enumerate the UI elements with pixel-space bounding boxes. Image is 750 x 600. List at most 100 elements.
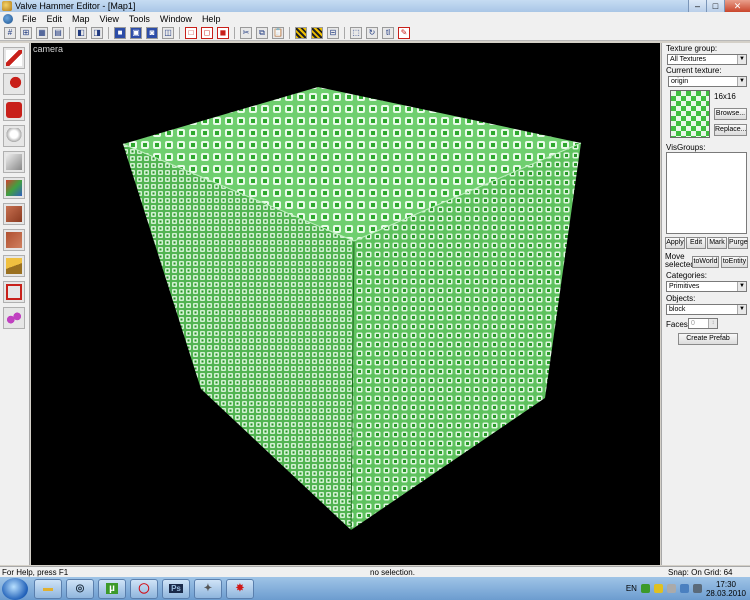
cordon-icon[interactable]: □ (185, 26, 197, 39)
menu-tools[interactable]: Tools (124, 14, 155, 24)
menu-edit[interactable]: Edit (42, 14, 68, 24)
categories-select[interactable]: Primitives ▼ (666, 281, 747, 292)
hollow-icon[interactable] (311, 26, 323, 39)
objects-value: block (669, 306, 686, 313)
ignore-groups-icon[interactable]: tl (382, 26, 394, 39)
clock-time: 17:30 (715, 579, 736, 589)
path-nodes-icon (6, 310, 22, 326)
grid-dots-icon[interactable]: ▦ (36, 26, 48, 39)
faces-stepper[interactable]: 0 ↕ (688, 318, 718, 329)
magnify-icon (6, 76, 22, 92)
gray-tray-icon[interactable] (666, 584, 676, 593)
purge-button[interactable]: Purge (728, 237, 748, 249)
yellow-tray-icon[interactable] (653, 584, 663, 593)
hide-entity-icon[interactable]: ◻ (201, 26, 213, 39)
menu-help[interactable]: Help (197, 14, 226, 24)
texture-lock-icon[interactable]: ⊟ (327, 26, 339, 39)
edit-button[interactable]: Edit (686, 237, 706, 249)
clock-date: 28.03.2010 (705, 588, 746, 598)
selection-tool[interactable] (3, 47, 25, 69)
volume-tray-icon[interactable] (692, 584, 702, 593)
folder-icon: ▬ (43, 583, 53, 594)
viewport-label: camera (33, 44, 64, 54)
utorrent-taskbar-button[interactable]: µ (98, 578, 126, 599)
apply-button[interactable]: Apply (665, 237, 685, 249)
utorrent-tray-icon[interactable] (640, 584, 650, 593)
decal-tool[interactable] (3, 229, 25, 251)
select-box-icon[interactable]: ⬚ (350, 26, 362, 39)
carve-icon[interactable] (295, 26, 307, 39)
ungroup-icon[interactable]: ▣ (130, 26, 142, 39)
entity-tool[interactable] (3, 125, 25, 147)
vertex-tool[interactable] (3, 281, 25, 303)
minimize-button[interactable]: – (688, 0, 706, 12)
to-entity-icon[interactable]: ◙ (146, 26, 158, 39)
windows-taskbar: ▬ ◎ µ ◯ Ps ✦ ✸ EN 17:30 28.03.2010 (0, 577, 750, 600)
photoshop-icon: Ps (169, 584, 183, 593)
to-world-button[interactable]: toWorld (692, 256, 719, 268)
system-clock[interactable]: 17:30 28.03.2010 (706, 580, 746, 598)
photoshop-taskbar-button[interactable]: Ps (162, 578, 190, 599)
chevron-down-icon: ▼ (737, 282, 746, 291)
current-texture-value: origin (671, 78, 689, 85)
replace-button[interactable]: Replace... (714, 124, 747, 136)
current-texture-select[interactable]: origin ▼ (668, 76, 747, 87)
paste-icon[interactable]: 📋 (272, 26, 284, 39)
snap-status: Snap: On Grid: 64 (668, 568, 733, 577)
hammer-app-icon[interactable] (2, 1, 12, 11)
menu-bar: File Edit Map View Tools Window Help (0, 12, 750, 25)
path-tool[interactable] (3, 307, 25, 329)
block-tool[interactable] (3, 151, 25, 173)
show-entity-icon[interactable]: ◼ (217, 26, 229, 39)
menu-view[interactable]: View (95, 14, 124, 24)
brick-cube-icon (6, 206, 22, 222)
mark-button[interactable]: Mark (707, 237, 727, 249)
start-button[interactable] (2, 577, 28, 600)
maximize-button[interactable]: □ (706, 0, 724, 12)
language-indicator[interactable]: EN (626, 584, 637, 593)
run-map-icon[interactable]: ✎ (398, 26, 410, 39)
clip-tool[interactable] (3, 255, 25, 277)
group-icon[interactable]: ■ (114, 26, 126, 39)
to-entity-button[interactable]: toEntity (721, 256, 748, 268)
texture-group-select[interactable]: All Textures ▼ (667, 54, 747, 65)
system-tray: EN 17:30 28.03.2010 (626, 577, 750, 600)
apply-texture-tool[interactable] (3, 203, 25, 225)
grid-icon[interactable]: # (4, 26, 16, 39)
menu-window[interactable]: Window (155, 14, 197, 24)
texture-preview[interactable] (670, 90, 710, 138)
cut-icon[interactable]: ✂ (240, 26, 252, 39)
document-icon[interactable] (3, 13, 13, 24)
app-taskbar-button[interactable]: ✦ (194, 578, 222, 599)
decal-cube-icon (6, 232, 22, 248)
menu-map[interactable]: Map (67, 14, 95, 24)
vertex-cube-icon (6, 284, 22, 300)
camera-view-icon[interactable]: ◧ (75, 26, 87, 39)
swirl-icon: ✦ (203, 583, 213, 594)
chevron-down-icon: ▼ (737, 55, 746, 64)
texture-application-tool[interactable] (3, 177, 25, 199)
close-button[interactable]: ✕ (724, 0, 750, 12)
status-bar: For Help, press F1 no selection. Snap: O… (0, 566, 750, 577)
grid-3d-icon[interactable]: ⊞ (20, 26, 32, 39)
camera-tool[interactable] (3, 99, 25, 121)
to-world-icon[interactable]: ◫ (162, 26, 174, 39)
opera-taskbar-button[interactable]: ◯ (130, 578, 158, 599)
menu-file[interactable]: File (17, 14, 42, 24)
faces-value: 0 (691, 320, 695, 327)
load-window-state-icon[interactable]: ▤ (52, 26, 64, 39)
camera-viewport[interactable]: camera (31, 43, 660, 565)
steam-taskbar-button[interactable]: ◎ (66, 578, 94, 599)
magnify-tool[interactable] (3, 73, 25, 95)
copy-icon[interactable]: ⧉ (256, 26, 268, 39)
objects-select[interactable]: block ▼ (666, 304, 747, 315)
explorer-taskbar-button[interactable]: ▬ (34, 578, 62, 599)
tool-palette (0, 43, 30, 565)
browse-button[interactable]: Browse... (714, 108, 747, 120)
network-tray-icon[interactable] (679, 584, 689, 593)
visgroups-list[interactable] (666, 152, 747, 234)
rotate-icon[interactable]: ↻ (366, 26, 378, 39)
hide-items-icon[interactable]: ◨ (91, 26, 103, 39)
create-prefab-button[interactable]: Create Prefab (678, 333, 738, 345)
hammer-taskbar-button[interactable]: ✸ (226, 578, 254, 599)
